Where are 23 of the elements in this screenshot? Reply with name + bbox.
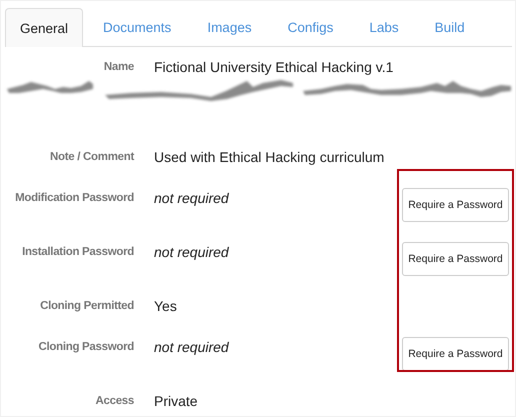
field-label: Cloning Permitted [39,299,134,314]
field-value: not required [154,244,229,260]
tab[interactable]: Images [191,8,268,46]
field-value: not required [154,339,229,355]
field-label: Note / Comment [49,150,134,165]
field-label: Cloning Password [37,340,134,355]
tab[interactable]: Labs [353,8,415,46]
tab[interactable]: Build [418,8,481,46]
require-password-button[interactable]: Require a Password [402,188,509,222]
field-label: Installation Password [21,245,134,260]
require-password-button[interactable]: Require a Password [402,337,509,371]
tab[interactable]: Configs [272,8,350,46]
field-label: Access [94,394,134,409]
field-value: Yes [154,298,177,314]
tab[interactable]: General [5,8,84,47]
require-password-button[interactable]: Require a Password [402,242,509,276]
field-value: Private [154,393,198,409]
field-value: Used with Ethical Hacking curriculum [154,149,384,165]
field-value: not required [154,190,229,206]
field-label: Name [102,60,134,75]
tab[interactable]: Documents [87,8,188,46]
field-value: Fictional University Ethical Hacking v.1 [154,59,394,75]
field-label: Modification Password [14,191,134,206]
